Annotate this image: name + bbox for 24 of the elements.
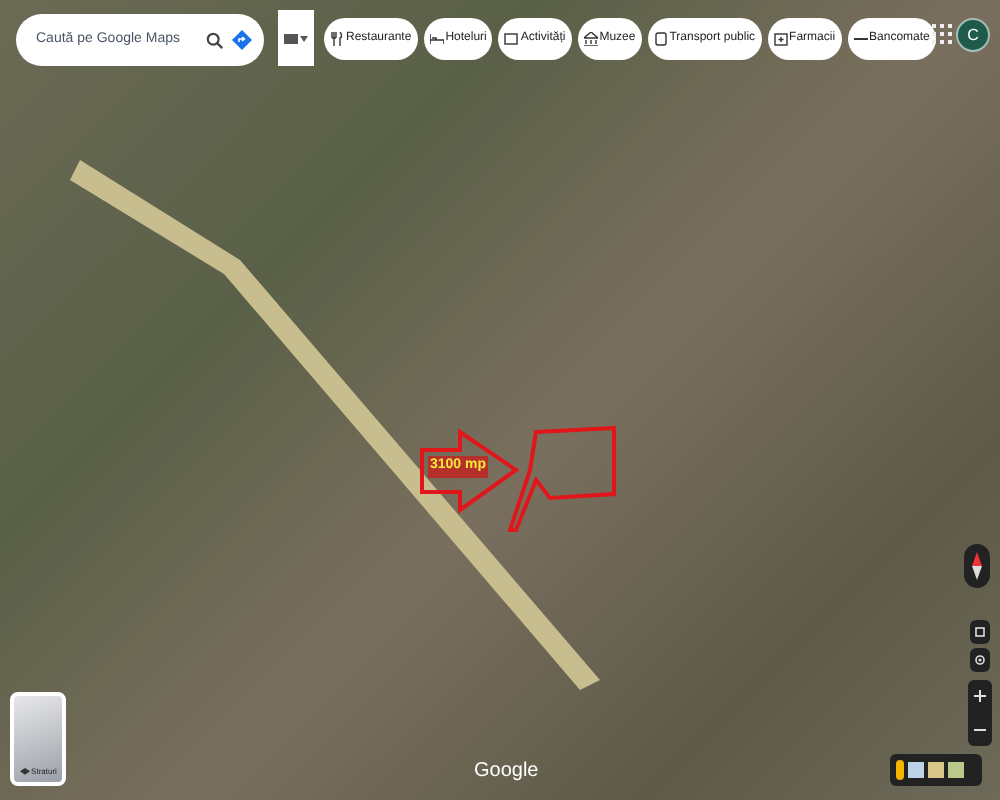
apps-grid-icon[interactable] bbox=[932, 24, 952, 44]
google-logo: Google bbox=[474, 758, 539, 786]
zoom-in-icon[interactable] bbox=[974, 690, 986, 703]
tilt-icon bbox=[974, 626, 986, 638]
compass-icon bbox=[972, 552, 982, 580]
pegman-icon[interactable] bbox=[896, 760, 904, 780]
tilt-button[interactable] bbox=[970, 620, 990, 644]
parcel-outline bbox=[507, 426, 616, 532]
pharmacy-icon bbox=[773, 32, 788, 46]
location-button[interactable] bbox=[970, 648, 990, 672]
arrow-annotation bbox=[420, 428, 520, 514]
bed-icon bbox=[429, 32, 444, 46]
street-view-panel[interactable] bbox=[890, 754, 982, 786]
museum-icon bbox=[583, 32, 598, 46]
fork-knife-icon bbox=[330, 32, 344, 46]
search-icon[interactable] bbox=[206, 31, 224, 49]
zoom-out-icon[interactable] bbox=[974, 723, 986, 736]
directions-icon[interactable] bbox=[232, 30, 252, 50]
location-icon bbox=[974, 654, 986, 666]
map-type-button[interactable] bbox=[278, 10, 314, 66]
compass-button[interactable] bbox=[964, 544, 990, 588]
imagery-thumbnails-icon[interactable] bbox=[908, 762, 964, 778]
satellite-map[interactable] bbox=[0, 0, 1000, 800]
caret-icon bbox=[300, 35, 308, 41]
